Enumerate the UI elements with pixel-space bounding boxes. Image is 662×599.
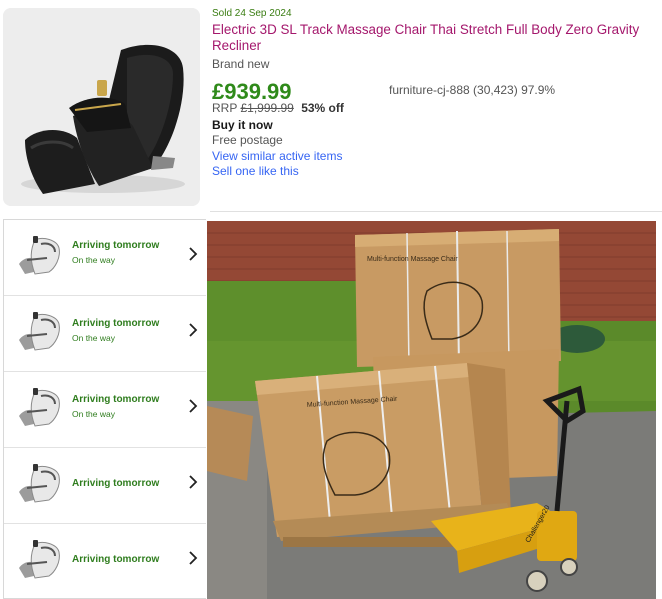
delivery-substatus: On the way (72, 333, 115, 343)
black-massage-chair-image (3, 8, 200, 206)
delivery-status: Arriving tomorrow (72, 394, 160, 405)
rrp-line: RRP £1,999.99 53% off (212, 101, 344, 115)
chevron-right-icon[interactable] (188, 399, 198, 413)
section-divider (210, 211, 662, 212)
delivery-status: Arriving tomorrow (72, 478, 160, 489)
postage-info: Free postage (212, 133, 283, 147)
massage-chair-thumbnail-icon (19, 464, 60, 503)
delivery-status: Arriving tomorrow (72, 554, 160, 565)
massage-chair-thumbnail-icon (19, 388, 60, 427)
delivery-item[interactable]: Arriving tomorrow On the way (4, 372, 206, 448)
boxes-on-pallet-image: Multi-function Massage Chair Multi-funct… (207, 221, 656, 599)
rrp-price: £1,999.99 (240, 101, 294, 115)
delivery-status: Arriving tomorrow (72, 318, 160, 329)
listing-title[interactable]: Electric 3D SL Track Massage Chair Thai … (212, 22, 652, 54)
chevron-right-icon[interactable] (188, 551, 198, 565)
discount-badge: 53% off (301, 101, 344, 115)
sold-listing-card[interactable]: Sold 24 Sep 2024 Electric 3D SL Track Ma… (0, 0, 662, 212)
chevron-right-icon[interactable] (188, 475, 198, 489)
box-label-top: Multi-function Massage Chair (367, 256, 458, 263)
seller-info[interactable]: furniture-cj-888 (30,423) 97.9% (389, 83, 555, 97)
chevron-right-icon[interactable] (188, 247, 198, 261)
delivery-item[interactable]: Arriving tomorrow (4, 524, 206, 599)
delivery-substatus: On the way (72, 255, 115, 265)
listing-product-image[interactable] (3, 8, 200, 206)
delivered-boxes-photo: Multi-function Massage Chair Multi-funct… (207, 221, 656, 599)
buying-format: Buy it now (212, 118, 273, 132)
listing-info: Sold 24 Sep 2024 Electric 3D SL Track Ma… (212, 8, 652, 71)
item-condition: Brand new (212, 57, 270, 71)
delivery-item[interactable]: Arriving tomorrow (4, 448, 206, 524)
delivery-status-list: Arriving tomorrow On the way Arriving to… (3, 219, 206, 599)
sold-date: Sold 24 Sep 2024 (212, 8, 292, 19)
delivery-status: Arriving tomorrow (72, 240, 160, 251)
delivery-item[interactable]: Arriving tomorrow On the way (4, 220, 206, 296)
delivery-item[interactable]: Arriving tomorrow On the way (4, 296, 206, 372)
rrp-label: RRP (212, 101, 238, 115)
delivery-substatus: On the way (72, 409, 115, 419)
massage-chair-thumbnail-icon (19, 236, 60, 275)
massage-chair-thumbnail-icon (19, 540, 60, 579)
view-similar-link[interactable]: View similar active items (212, 149, 342, 163)
sell-one-like-this-link[interactable]: Sell one like this (212, 164, 299, 178)
chevron-right-icon[interactable] (188, 323, 198, 337)
massage-chair-thumbnail-icon (19, 312, 60, 351)
